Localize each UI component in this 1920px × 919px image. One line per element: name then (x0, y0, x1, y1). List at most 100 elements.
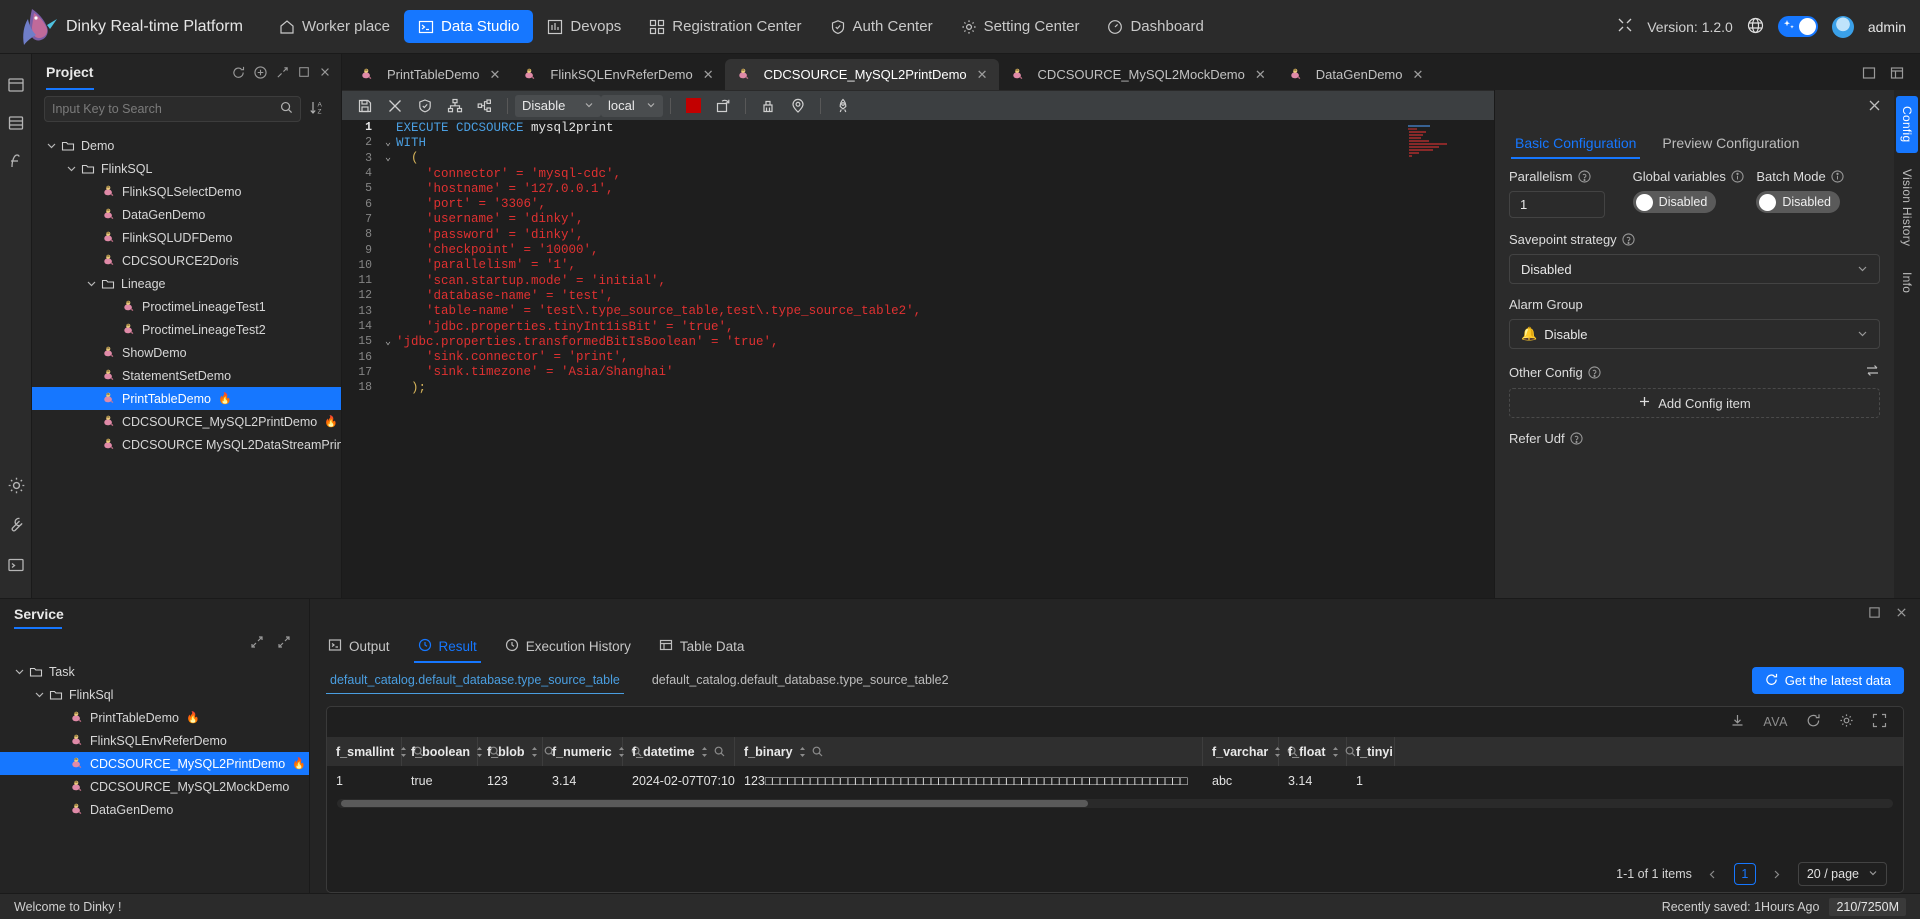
info-icon[interactable] (1731, 170, 1744, 183)
editor-tab-bar[interactable]: PrintTableDemo✕FlinkSQLEnvReferDemo✕CDCS… (342, 54, 1920, 90)
chevron-down-icon[interactable] (46, 140, 58, 152)
config-tab-bar[interactable]: Basic Configuration Preview Configuratio… (1495, 90, 1894, 159)
next-page-button[interactable] (1766, 863, 1788, 885)
nav-item-dashboard[interactable]: Dashboard (1093, 10, 1217, 43)
download-icon[interactable] (1730, 713, 1745, 731)
column-header[interactable]: f_blob (478, 737, 543, 766)
tree-item[interactable]: CDCSOURCE MySQL2DataStreamPrintD (32, 433, 341, 456)
tab-output[interactable]: Output (316, 632, 402, 661)
sort-icon[interactable] (798, 746, 807, 758)
close-icon[interactable]: ✕ (977, 67, 988, 83)
catalog-tab-1[interactable]: default_catalog.default_database.type_so… (326, 667, 624, 694)
parallelism-input[interactable]: 1 (1509, 191, 1605, 218)
help-icon[interactable] (1622, 233, 1635, 246)
close-icon[interactable] (319, 66, 331, 78)
add-config-item-button[interactable]: Add Config item (1509, 388, 1880, 418)
column-header[interactable]: f_binary (735, 737, 1203, 766)
chevron-down-icon[interactable] (86, 278, 98, 290)
sort-icon[interactable] (700, 746, 709, 758)
editor-tab[interactable]: PrintTableDemo✕ (348, 59, 511, 90)
fullscreen-icon[interactable] (1617, 17, 1633, 36)
column-header[interactable]: f_varchar (1203, 737, 1279, 766)
search-input[interactable] (52, 102, 280, 116)
expand-icon[interactable] (277, 635, 291, 652)
column-header[interactable]: f_boolean (402, 737, 478, 766)
help-icon[interactable] (1578, 170, 1591, 183)
dialect-select[interactable]: Disable (515, 95, 601, 117)
vtab-config[interactable]: Config (1896, 96, 1918, 153)
tree-item[interactable]: FlinkSQLUDFDemo (32, 226, 341, 249)
stop-icon[interactable] (678, 94, 708, 118)
info-icon[interactable] (1831, 170, 1844, 183)
tree-item[interactable]: PrintTableDemo🔥 (0, 706, 309, 729)
tree-item[interactable]: FlinkSQLSelectDemo (32, 180, 341, 203)
editor-tab[interactable]: DataGenDemo✕ (1277, 59, 1435, 90)
help-icon[interactable] (1570, 432, 1583, 445)
vtab-info[interactable]: Info (1896, 262, 1918, 303)
language-globe-icon[interactable] (1747, 17, 1764, 37)
close-icon[interactable]: ✕ (1413, 67, 1424, 83)
horizontal-scrollbar[interactable] (337, 799, 1893, 808)
search-input-wrapper[interactable] (44, 96, 301, 122)
savepoint-strategy-select[interactable]: Disabled (1509, 254, 1880, 284)
close-icon[interactable]: ✕ (490, 67, 501, 83)
location-icon[interactable] (783, 94, 813, 118)
column-header[interactable]: f_numeric (543, 737, 623, 766)
nav-item-auth-center[interactable]: Auth Center (816, 10, 947, 43)
tree-item[interactable]: Demo (32, 134, 341, 157)
column-header[interactable]: f_smallint (327, 737, 402, 766)
close-icon[interactable]: ✕ (703, 67, 714, 83)
right-vertical-tabs[interactable]: Config Vision History Info (1894, 90, 1920, 598)
layout-grid-icon[interactable] (1890, 66, 1904, 83)
nav-item-worker-place[interactable]: Worker place (265, 10, 404, 43)
collapse-icon[interactable] (250, 635, 264, 652)
batch-mode-toggle[interactable]: Disabled (1756, 191, 1840, 213)
tree-item-selected[interactable]: CDCSOURCE_MySQL2PrintDemo🔥 (0, 752, 309, 775)
tab-result[interactable]: Result (406, 632, 489, 661)
close-icon[interactable] (1895, 606, 1908, 622)
result-grid[interactable]: f_smallintf_booleanf_blobf_numericf_date… (327, 737, 1903, 854)
nav-item-devops[interactable]: Devops (533, 10, 635, 43)
function-icon[interactable] (7, 152, 25, 170)
memory-usage[interactable]: 210/7250M (1829, 898, 1906, 916)
nav-item-data-studio[interactable]: Data Studio (404, 10, 533, 43)
page-number[interactable]: 1 (1734, 863, 1756, 885)
editor-tab[interactable]: CDCSOURCE_MySQL2MockDemo✕ (999, 59, 1277, 90)
settings-gear-icon[interactable] (7, 476, 25, 494)
sort-icon[interactable] (1331, 746, 1340, 758)
search-icon[interactable] (812, 746, 823, 757)
refresh-icon[interactable] (1806, 713, 1821, 731)
tree-item[interactable]: DataGenDemo (32, 203, 341, 226)
search-icon[interactable] (714, 746, 725, 757)
maximize-icon[interactable] (298, 66, 310, 78)
chevron-down-icon[interactable] (66, 163, 78, 175)
catalog-tab-row[interactable]: default_catalog.default_database.type_so… (310, 663, 1920, 694)
tree-item[interactable]: FlinkSQLEnvReferDemo (0, 729, 309, 752)
project-tree[interactable]: DemoFlinkSQLFlinkSQLSelectDemoDataGenDem… (32, 130, 341, 598)
chevron-down-icon[interactable] (34, 689, 46, 701)
get-latest-data-button[interactable]: Get the latest data (1752, 667, 1904, 694)
fold-toggle-icon[interactable]: ⌄ (380, 137, 396, 149)
tab-preview-configuration[interactable]: Preview Configuration (1654, 130, 1807, 159)
editor-minimap[interactable] (1406, 124, 1486, 164)
prev-page-button[interactable] (1702, 863, 1724, 885)
deploy-icon[interactable] (828, 94, 858, 118)
column-header[interactable]: f_tinyi (1347, 737, 1395, 766)
ava-chart-toggle[interactable]: AVA (1763, 715, 1788, 729)
service-tree[interactable]: TaskFlinkSqlPrintTableDemo🔥FlinkSQLEnvRe… (0, 656, 309, 893)
tree-item[interactable]: FlinkSQL (32, 157, 341, 180)
editor-tab-active[interactable]: CDCSOURCE_MySQL2PrintDemo✕ (725, 59, 999, 90)
table-row[interactable]: 1true1233.142024-02-07T07:10:50123□□□□□□… (327, 766, 1903, 795)
vtab-vision-history[interactable]: Vision History (1896, 159, 1918, 256)
fold-toggle-icon[interactable]: ⌄ (380, 152, 396, 164)
refresh-icon[interactable] (232, 66, 245, 79)
console-icon[interactable] (7, 556, 25, 574)
format-icon[interactable] (380, 94, 410, 118)
tree-item[interactable]: ProctimeLineageTest1 (32, 295, 341, 318)
tree-item[interactable]: DataGenDemo (0, 798, 309, 821)
catalog-icon[interactable] (7, 114, 25, 132)
check-shield-icon[interactable] (410, 94, 440, 118)
maximize-icon[interactable] (1868, 606, 1881, 622)
sort-icon[interactable] (530, 746, 539, 758)
tab-table-data[interactable]: Table Data (647, 632, 757, 661)
